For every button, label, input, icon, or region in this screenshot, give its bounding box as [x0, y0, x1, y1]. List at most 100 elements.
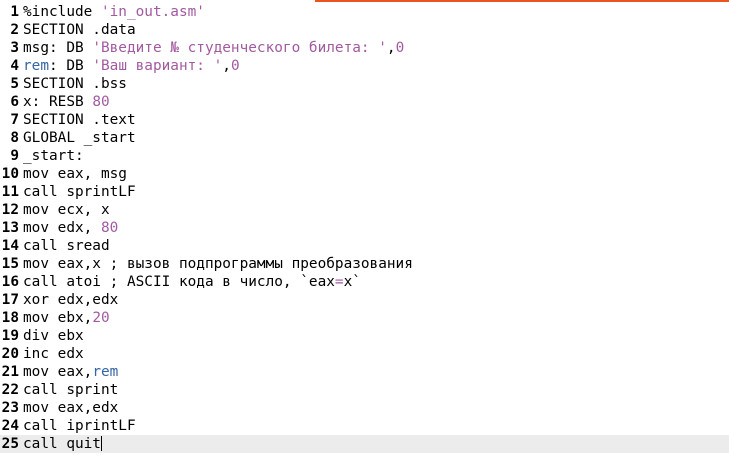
- code-line[interactable]: 17 xor edx,edx: [0, 291, 729, 309]
- code-text[interactable]: call sread: [23, 238, 110, 254]
- line-number: 16: [1, 274, 19, 290]
- code-line[interactable]: 13 mov edx, 80: [0, 219, 729, 237]
- code-token: call atoi ; ASCII кода в число, `eax: [23, 274, 335, 290]
- code-editor[interactable]: 1 %include 'in_out.asm' 2 SECTION .data 3 msg…: [0, 3, 729, 453]
- code-line[interactable]: 4 rem: DB 'Ваш вариант: ',0: [0, 57, 729, 75]
- code-text[interactable]: call atoi ; ASCII кода в число, `eax=x`: [23, 274, 361, 290]
- code-token: call sprintLF: [23, 184, 136, 200]
- code-text[interactable]: mov eax,rem: [23, 364, 118, 380]
- line-number: 14: [1, 238, 19, 254]
- line-number: 5: [10, 76, 19, 92]
- code-line[interactable]: 1 %include 'in_out.asm': [0, 3, 729, 21]
- code-token: call iprintLF: [23, 418, 136, 434]
- code-line-current[interactable]: 25 call quit: [0, 435, 729, 453]
- code-line[interactable]: 10 mov eax, msg: [0, 165, 729, 183]
- line-number: 18: [1, 310, 19, 326]
- code-text[interactable]: msg: DB 'Введите № студенческого билета:…: [23, 40, 404, 56]
- code-text[interactable]: div ebx: [23, 328, 84, 344]
- code-token: call quit: [23, 436, 101, 452]
- code-line[interactable]: 5 SECTION .bss: [0, 75, 729, 93]
- code-token: mov eax,x ; вызов подпрограммы преобразо…: [23, 256, 413, 272]
- identifier-token: rem: [92, 364, 119, 380]
- code-line[interactable]: 3 msg: DB 'Введите № студенческого билета…: [0, 39, 729, 57]
- code-line[interactable]: 19 div ebx: [0, 327, 729, 345]
- code-token: SECTION .text: [23, 112, 136, 128]
- code-text[interactable]: x: RESB 80: [23, 94, 110, 110]
- code-line[interactable]: 16 call atoi ; ASCII кода в число, `eax=x…: [0, 273, 729, 291]
- code-token: mov eax,edx: [23, 400, 119, 416]
- line-number: 10: [1, 166, 19, 182]
- number-literal: 80: [100, 220, 119, 236]
- code-text[interactable]: SECTION .bss: [23, 76, 127, 92]
- code-line[interactable]: 6 x: RESB 80: [0, 93, 729, 111]
- line-number: 11: [1, 184, 19, 200]
- line-number: 2: [10, 22, 19, 38]
- code-text[interactable]: rem: DB 'Ваш вариант: ',0: [23, 58, 240, 74]
- code-text[interactable]: _start:: [23, 148, 84, 164]
- code-token: SECTION .data: [23, 22, 136, 38]
- line-number: 4: [10, 58, 19, 74]
- line-number: 25: [1, 436, 19, 452]
- code-text[interactable]: call iprintLF: [23, 418, 136, 434]
- code-text[interactable]: call sprintLF: [23, 184, 136, 200]
- code-token: mov edx,: [23, 220, 101, 236]
- code-line[interactable]: 2 SECTION .data: [0, 21, 729, 39]
- line-number: 9: [10, 148, 19, 164]
- code-line[interactable]: 21 mov eax,rem: [0, 363, 729, 381]
- code-text[interactable]: call sprint: [23, 382, 118, 398]
- code-text[interactable]: SECTION .text: [23, 112, 136, 128]
- line-number: 22: [1, 382, 19, 398]
- code-line[interactable]: 9 _start:: [0, 147, 729, 165]
- code-token: GLOBAL _start: [23, 130, 136, 146]
- line-number: 13: [1, 220, 19, 236]
- code-text[interactable]: call quit: [23, 436, 102, 452]
- code-text[interactable]: GLOBAL _start: [23, 130, 136, 146]
- code-text[interactable]: mov eax,edx: [23, 400, 118, 416]
- code-token: inc edx: [23, 346, 84, 362]
- code-line[interactable]: 7 SECTION .text: [0, 111, 729, 129]
- code-text[interactable]: xor edx,edx: [23, 292, 118, 308]
- code-text[interactable]: mov eax,x ; вызов подпрограммы преобразо…: [23, 256, 413, 272]
- code-token: mov eax, msg: [23, 166, 127, 182]
- string-literal: 'Введите № студенческого билета: ': [92, 40, 387, 56]
- code-token: x`: [343, 274, 361, 290]
- code-text[interactable]: inc edx: [23, 346, 84, 362]
- identifier-token: rem: [23, 58, 49, 74]
- code-token: msg: DB: [23, 40, 93, 56]
- string-literal: 'in_out.asm': [100, 4, 205, 20]
- line-number: 24: [1, 418, 19, 434]
- number-literal: 0: [395, 40, 405, 56]
- code-text[interactable]: mov ebx,20: [23, 310, 110, 326]
- code-token: ,: [386, 40, 396, 56]
- code-token: mov ebx,: [23, 310, 93, 326]
- code-line[interactable]: 15 mov eax,x ; вызов подпрограммы преобра…: [0, 255, 729, 273]
- code-line[interactable]: 11 call sprintLF: [0, 183, 729, 201]
- code-line[interactable]: 23 mov eax,edx: [0, 399, 729, 417]
- line-number: 21: [1, 364, 19, 380]
- code-text[interactable]: mov edx, 80: [23, 220, 118, 236]
- code-line[interactable]: 24 call iprintLF: [0, 417, 729, 435]
- code-token: %include: [23, 4, 101, 20]
- number-literal: 80: [92, 94, 110, 110]
- code-line[interactable]: 20 inc edx: [0, 345, 729, 363]
- code-token: div ebx: [23, 328, 84, 344]
- code-token: _start:: [23, 148, 84, 164]
- code-token: call sprint: [23, 382, 119, 398]
- code-line[interactable]: 18 mov ebx,20: [0, 309, 729, 327]
- code-line[interactable]: 12 mov ecx, x: [0, 201, 729, 219]
- code-line[interactable]: 22 call sprint: [0, 381, 729, 399]
- code-token: xor edx,edx: [23, 292, 119, 308]
- line-number: 17: [1, 292, 19, 308]
- code-text[interactable]: %include 'in_out.asm': [23, 4, 205, 20]
- code-token: ,: [222, 58, 231, 74]
- code-token: call sread: [23, 238, 110, 254]
- code-text[interactable]: mov ecx, x: [23, 202, 110, 218]
- code-token: : DB: [49, 58, 93, 74]
- code-text[interactable]: SECTION .data: [23, 22, 136, 38]
- code-line[interactable]: 8 GLOBAL _start: [0, 129, 729, 147]
- code-line[interactable]: 14 call sread: [0, 237, 729, 255]
- string-literal: =: [334, 274, 344, 290]
- code-text[interactable]: mov eax, msg: [23, 166, 127, 182]
- line-number: 8: [10, 130, 19, 146]
- line-number: 1: [10, 4, 19, 20]
